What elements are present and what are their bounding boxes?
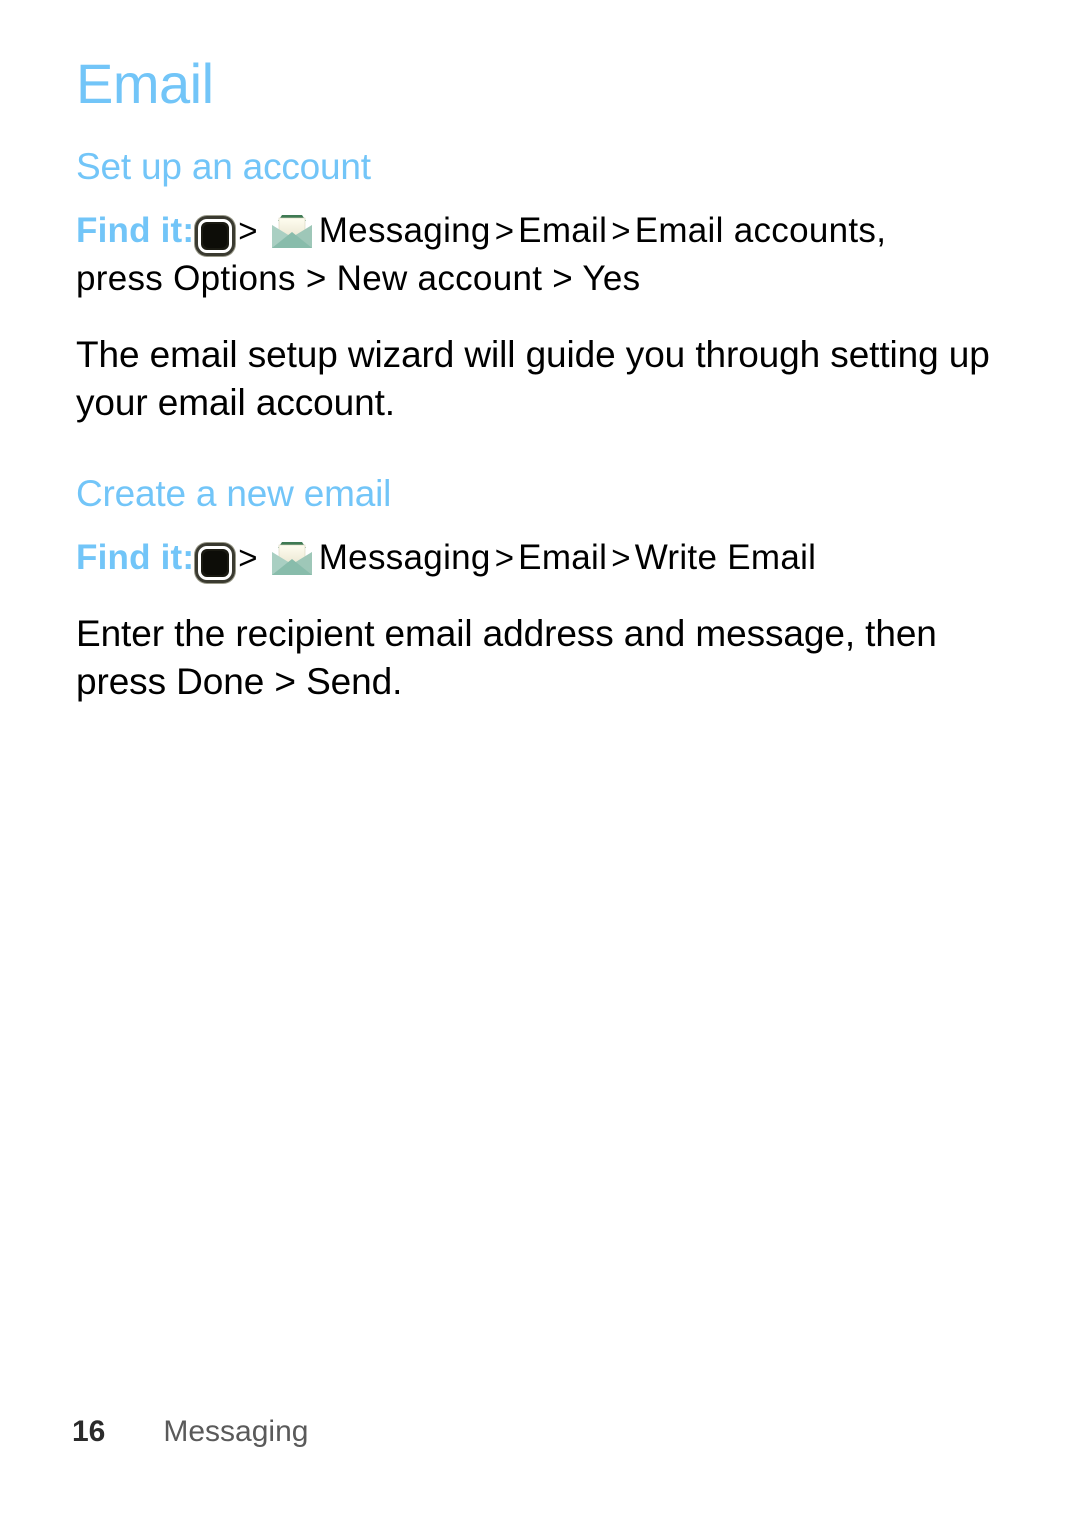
- path-separator: >: [611, 539, 631, 576]
- find-it-continuation: press Options > New account > Yes: [76, 259, 641, 298]
- body-paragraph-set-up-an-account: The email setup wizard will guide you th…: [76, 334, 990, 423]
- find-it-path-set-up-an-account: Find it: > Messaging > Email > Email acc…: [76, 185, 1036, 303]
- center-key-icon: [194, 219, 234, 253]
- find-it-label: Find it:: [76, 211, 195, 250]
- path-segment-write-email: Write Email: [634, 538, 817, 577]
- path-separator: >: [238, 539, 258, 576]
- page-content: Email Set up an account Find it: > Messa…: [76, 0, 1036, 706]
- manual-page: Email Set up an account Find it: > Messa…: [0, 0, 1080, 1532]
- page-title: Email: [76, 52, 214, 115]
- page-footer: 16 Messaging: [72, 1414, 308, 1450]
- footer-page-number: 16: [72, 1415, 106, 1448]
- path-separator: >: [494, 539, 515, 576]
- find-it-label: Find it:: [76, 538, 195, 577]
- path-segment-messaging: Messaging: [318, 538, 491, 577]
- path-segment-email-accounts: Email accounts,: [634, 211, 887, 250]
- envelope-icon: [270, 212, 314, 250]
- path-segment-messaging: Messaging: [318, 211, 491, 250]
- path-segment-email: Email: [518, 211, 608, 250]
- find-it-path-create-a-new-email: Find it: > Messaging > Email > Write Ema…: [76, 512, 1036, 582]
- footer-section-name: Messaging: [163, 1415, 309, 1448]
- path-separator: >: [494, 212, 515, 249]
- envelope-icon: [270, 539, 314, 577]
- path-segment-email: Email: [518, 538, 608, 577]
- path-separator: >: [238, 212, 258, 249]
- section-heading-set-up-an-account: Set up an account: [76, 146, 371, 187]
- section-heading-create-a-new-email: Create a new email: [76, 473, 392, 514]
- body-paragraph-create-a-new-email: Enter the recipient email address and me…: [76, 613, 937, 702]
- path-separator: >: [611, 212, 631, 249]
- center-key-icon: [194, 546, 234, 580]
